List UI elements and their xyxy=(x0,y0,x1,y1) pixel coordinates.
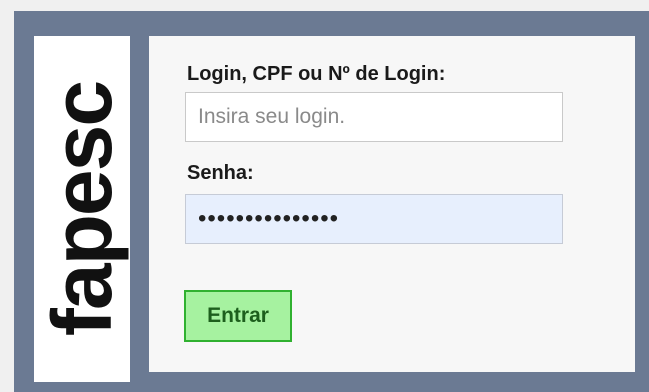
page-background: fapesc Login, CPF ou Nº de Login: Senha:… xyxy=(0,0,649,392)
submit-button[interactable]: Entrar xyxy=(184,290,292,342)
password-input[interactable] xyxy=(185,194,563,244)
password-label: Senha: xyxy=(187,162,254,184)
fapesc-logo: fapesc xyxy=(34,36,130,382)
login-form: Login, CPF ou Nº de Login: Senha: Entrar xyxy=(149,36,635,372)
login-input[interactable] xyxy=(185,92,563,142)
login-label: Login, CPF ou Nº de Login: xyxy=(187,63,446,85)
logo-text: fapesc xyxy=(35,81,129,337)
